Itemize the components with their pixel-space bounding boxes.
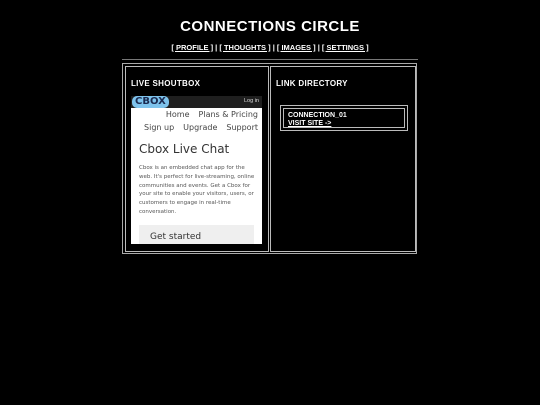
cbox-nav-plans[interactable]: Plans & Pricing [199, 110, 258, 119]
cbox-description: Cbox is an embedded chat app for the web… [139, 165, 255, 215]
get-started-button[interactable]: Get started [139, 225, 254, 244]
nav-thoughts-link[interactable]: [ THOUGHTS ] [219, 43, 270, 52]
cbox-logo[interactable]: CBOX [132, 96, 169, 108]
link-entry: CONNECTION_01 VISIT SITE -> [280, 105, 408, 131]
get-started-label: Get started [150, 232, 202, 242]
cbox-top-bar: CBOX Log in [131, 96, 262, 108]
cbox-nav-signup[interactable]: Sign up [144, 123, 174, 132]
cbox-nav-row-2: Sign up Upgrade Support [135, 123, 258, 132]
cbox-heading: Cbox Live Chat [139, 142, 230, 156]
shoutbox-title: LIVE SHOUTBOX [131, 79, 201, 88]
main-nav: [ PROFILE ] | [ THOUGHTS ] | [ IMAGES ] … [0, 43, 540, 52]
header-divider [122, 59, 418, 60]
cbox-login-link[interactable]: Log in [244, 98, 259, 104]
link-entry-inner: CONNECTION_01 VISIT SITE -> [283, 108, 405, 128]
link-directory-title: LINK DIRECTORY [276, 79, 348, 88]
site-title: CONNECTIONS CIRCLE [180, 18, 360, 35]
nav-images-link[interactable]: [ IMAGES ] [277, 43, 316, 52]
cbox-nav-row-1: Home Plans & Pricing [157, 110, 258, 119]
cbox-nav-support[interactable]: Support [226, 123, 258, 132]
shoutbox-panel: LIVE SHOUTBOX CBOX Log in Home Plans & Pr… [125, 66, 269, 252]
link-name: CONNECTION_01 [288, 112, 347, 119]
cbox-nav-upgrade[interactable]: Upgrade [183, 123, 217, 132]
nav-profile-link[interactable]: [ PROFILE ] [171, 43, 213, 52]
cbox-nav-home[interactable]: Home [166, 110, 190, 119]
link-directory-panel: LINK DIRECTORY CONNECTION_01 VISIT SITE … [270, 66, 416, 252]
visit-site-link[interactable]: VISIT SITE -> [288, 120, 331, 127]
nav-settings-link[interactable]: [ SETTINGS ] [322, 43, 369, 52]
cbox-widget[interactable]: CBOX Log in Home Plans & Pricing Sign up U… [131, 96, 262, 244]
